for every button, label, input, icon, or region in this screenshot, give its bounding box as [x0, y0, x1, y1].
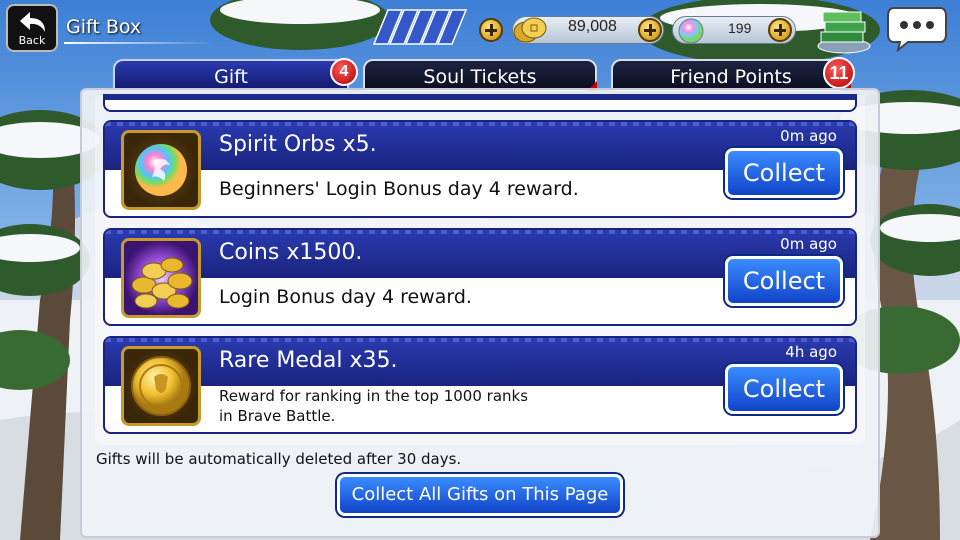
coin-icon: [513, 17, 547, 43]
collect-all-button[interactable]: Collect All Gifts on This Page: [337, 474, 623, 516]
gift-name: Spirit Orbs x5.: [219, 132, 377, 157]
collect-button[interactable]: Collect: [725, 364, 843, 414]
rare-medal-icon: [121, 346, 201, 426]
back-arrow-icon: [20, 12, 45, 32]
coins-amount: 89,008: [568, 18, 617, 35]
buy-orbs-plus-button[interactable]: [768, 18, 792, 42]
gift-name: Rare Medal x35.: [219, 348, 398, 373]
list-item-partial: [103, 94, 857, 112]
gift-name: Coins x1500.: [219, 240, 363, 265]
gift-description-line-2: in Brave Battle.: [219, 407, 336, 425]
spirit-orb-icon: [121, 130, 201, 210]
buy-tickets-plus-button[interactable]: [479, 18, 503, 42]
back-label: Back: [18, 34, 46, 47]
back-button[interactable]: Back: [6, 4, 58, 52]
collect-button[interactable]: Collect: [725, 256, 843, 306]
soul-tickets-icon: [372, 9, 468, 45]
books-menu-icon[interactable]: [815, 6, 873, 54]
chat-bubble-icon[interactable]: [884, 4, 950, 52]
gift-description: Reward for ranking in the top 1000 ranks…: [219, 386, 528, 426]
tab-friend-points[interactable]: Friend Points: [611, 59, 851, 91]
list-item-spirit-orbs: Spirit Orbs x5. 0m ago Beginners' Login …: [103, 120, 857, 218]
tab-soul-tickets-label: Soul Tickets: [423, 66, 537, 88]
friend-points-count-badge: 11: [823, 57, 855, 89]
auto-delete-notice: Gifts will be automatically deleted afte…: [96, 450, 462, 468]
gift-description: Beginners' Login Bonus day 4 reward.: [219, 178, 579, 200]
buy-coins-plus-button[interactable]: [638, 18, 662, 42]
gift-time: 0m ago: [780, 235, 837, 253]
list-item-rare-medal: Rare Medal x35. 4h ago Reward for rankin…: [103, 336, 857, 434]
title-underline: [64, 42, 214, 44]
list-item-coins: Coins x1500. 0m ago Login Bonus day 4 re…: [103, 228, 857, 326]
spirit-orb-icon: [678, 18, 704, 44]
page-title: Gift Box: [66, 16, 142, 38]
spirit-orbs-amount: 199: [728, 20, 752, 36]
collect-button[interactable]: Collect: [725, 148, 843, 198]
gift-description: Login Bonus day 4 reward.: [219, 286, 472, 308]
tab-friend-points-label: Friend Points: [670, 66, 792, 88]
tab-gift-label: Gift: [214, 66, 248, 88]
tab-soul-tickets[interactable]: Soul Tickets: [363, 59, 597, 91]
gift-time: 4h ago: [785, 343, 837, 361]
tab-gift[interactable]: Gift: [113, 59, 349, 91]
gift-time: 0m ago: [780, 127, 837, 145]
gift-count-badge: 4: [330, 58, 358, 86]
coins-icon: [121, 238, 201, 318]
gift-description-line-1: Reward for ranking in the top 1000 ranks: [219, 387, 529, 405]
